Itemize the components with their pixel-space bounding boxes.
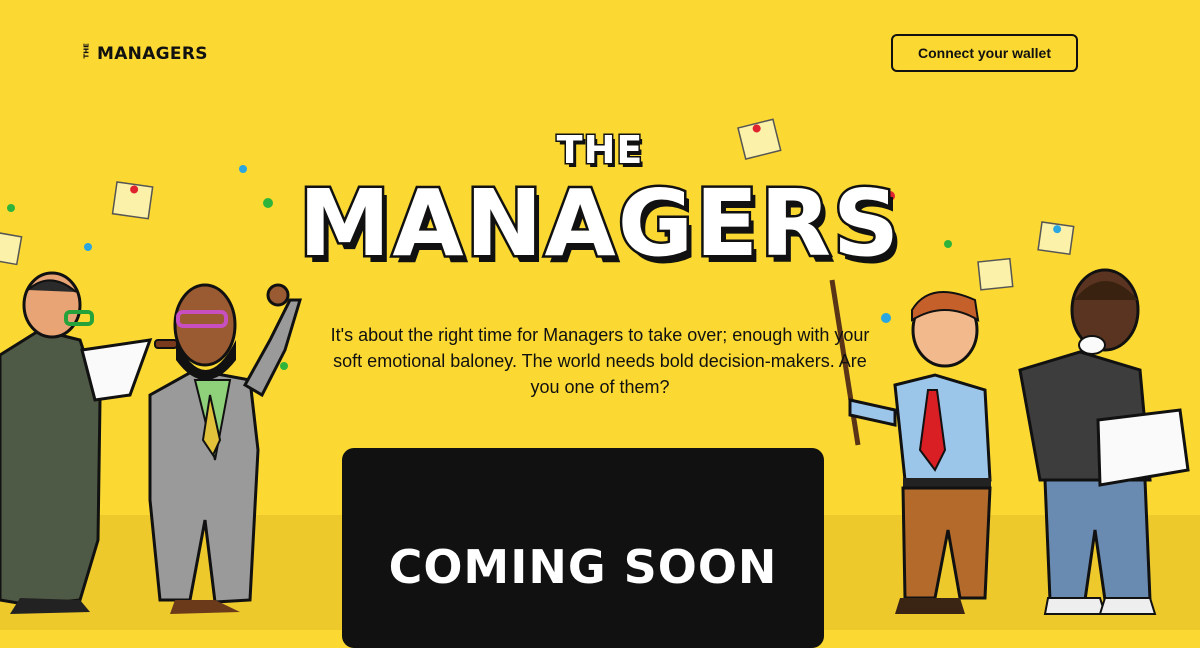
- confetti-dot-icon: [881, 313, 891, 323]
- coming-soon-card: COMING SOON: [342, 448, 824, 648]
- hero-tagline: It's about the right time for Managers t…: [330, 325, 870, 397]
- brand-logo[interactable]: THE MANAGERS: [82, 43, 208, 65]
- logo-small-text: THE: [82, 43, 91, 59]
- hero-title-small: THE: [555, 127, 644, 174]
- logo-main-text: MANAGERS: [97, 44, 208, 64]
- connect-wallet-button[interactable]: Connect your wallet: [891, 34, 1078, 72]
- coming-soon-text: COMING SOON: [388, 540, 778, 594]
- confetti-dot-icon: [280, 362, 288, 370]
- hero-title-main: MANAGERS: [296, 168, 902, 280]
